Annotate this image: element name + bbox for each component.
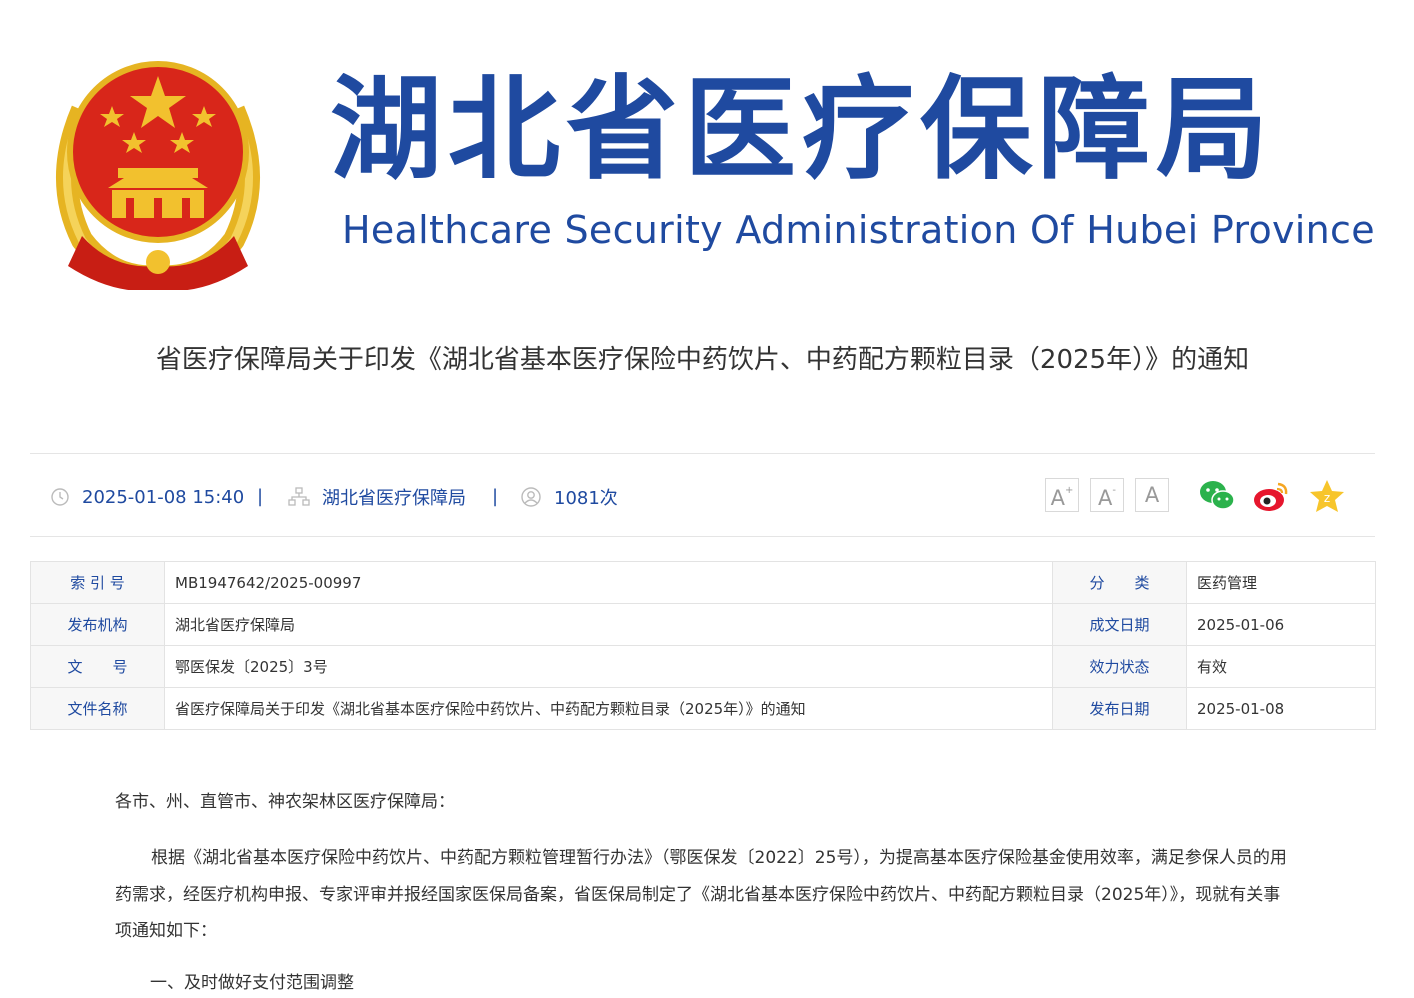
publisher: 湖北省医疗保障局	[288, 472, 466, 522]
user-icon	[520, 486, 542, 508]
wechat-icon[interactable]	[1198, 478, 1236, 514]
font-size-small-label: A	[1144, 483, 1160, 507]
salutation: 各市、州、直管市、神农架林区医疗保障局：	[115, 792, 455, 812]
clock-icon	[50, 487, 70, 507]
issuing-agency-label: 发布机构	[30, 603, 165, 646]
font-size-medium-button[interactable]: A-	[1090, 478, 1124, 512]
view-count-text: 1081次	[554, 488, 618, 509]
document-name-value: 省医疗保障局关于印发《湖北省基本医疗保险中药饮片、中药配方颗粒目录（2025年）…	[164, 687, 1053, 730]
publish-datetime: 2025-01-08 15:40	[50, 472, 244, 522]
font-size-large-button[interactable]: A+	[1045, 478, 1079, 512]
written-date-label: 成文日期	[1052, 603, 1187, 646]
publish-datetime-text: 2025-01-08 15:40	[82, 486, 245, 508]
table-row: 索 引 号 MB1947642/2025-00997 分 类 医药管理	[30, 561, 1376, 604]
site-name-chinese: 湖北省医疗保障局	[330, 64, 1274, 195]
document-number-label: 文 号	[30, 645, 165, 688]
view-count: 1081次	[520, 472, 618, 522]
category-value: 医药管理	[1186, 561, 1376, 604]
category-label: 分 类	[1052, 561, 1187, 604]
section-heading: 一、及时做好支付范围调整	[150, 973, 354, 993]
publish-date-label: 发布日期	[1052, 687, 1187, 730]
written-date-value: 2025-01-06	[1186, 603, 1376, 646]
table-row: 发布机构 湖北省医疗保障局 成文日期 2025-01-06	[30, 603, 1376, 646]
index-number-label: 索 引 号	[30, 561, 165, 604]
top-divider	[30, 453, 1375, 454]
publish-date-value: 2025-01-08	[1186, 687, 1376, 730]
article-meta-bar: 2025-01-08 15:40 | 湖北省医疗保障局 | 1081次 A+ A…	[30, 472, 1375, 522]
svg-text:z: z	[1324, 491, 1330, 505]
meta-separator: |	[257, 486, 264, 507]
favorite-icon[interactable]: z	[1308, 478, 1346, 514]
weibo-icon[interactable]	[1252, 478, 1290, 514]
national-emblem-icon	[56, 61, 260, 290]
article-title: 省医疗保障局关于印发《湖北省基本医疗保险中药饮片、中药配方颗粒目录（2025年）…	[155, 345, 1250, 375]
index-number-value: MB1947642/2025-00997	[164, 561, 1053, 604]
site-name-english: Healthcare Security Administration Of Hu…	[342, 208, 1375, 252]
issuing-agency-value: 湖北省医疗保障局	[164, 603, 1053, 646]
meta-separator: |	[492, 486, 499, 507]
meta-divider	[30, 536, 1375, 537]
validity-status-value: 有效	[1186, 645, 1376, 688]
body-paragraph: 根据《湖北省基本医疗保险中药饮片、中药配方颗粒管理暂行办法》（鄂医保发〔2022…	[115, 848, 1287, 941]
document-info-table: 索 引 号 MB1947642/2025-00997 分 类 医药管理 发布机构…	[30, 561, 1376, 730]
table-row: 文件名称 省医疗保障局关于印发《湖北省基本医疗保险中药饮片、中药配方颗粒目录（2…	[30, 687, 1376, 730]
document-name-label: 文件名称	[30, 687, 165, 730]
font-size-large-label: A	[1050, 486, 1065, 510]
font-size-large-mark: +	[1064, 485, 1074, 496]
organization-icon	[288, 487, 310, 507]
font-size-medium-label: A	[1098, 486, 1113, 510]
table-row: 文 号 鄂医保发〔2025〕3号 效力状态 有效	[30, 645, 1376, 688]
font-size-medium-mark: -	[1112, 485, 1116, 496]
site-header: 湖北省医疗保障局 Healthcare Security Administrat…	[0, 0, 1414, 300]
publisher-text: 湖北省医疗保障局	[322, 488, 466, 509]
validity-status-label: 效力状态	[1052, 645, 1187, 688]
document-number-value: 鄂医保发〔2025〕3号	[164, 645, 1053, 688]
font-size-small-button[interactable]: A	[1135, 478, 1169, 512]
